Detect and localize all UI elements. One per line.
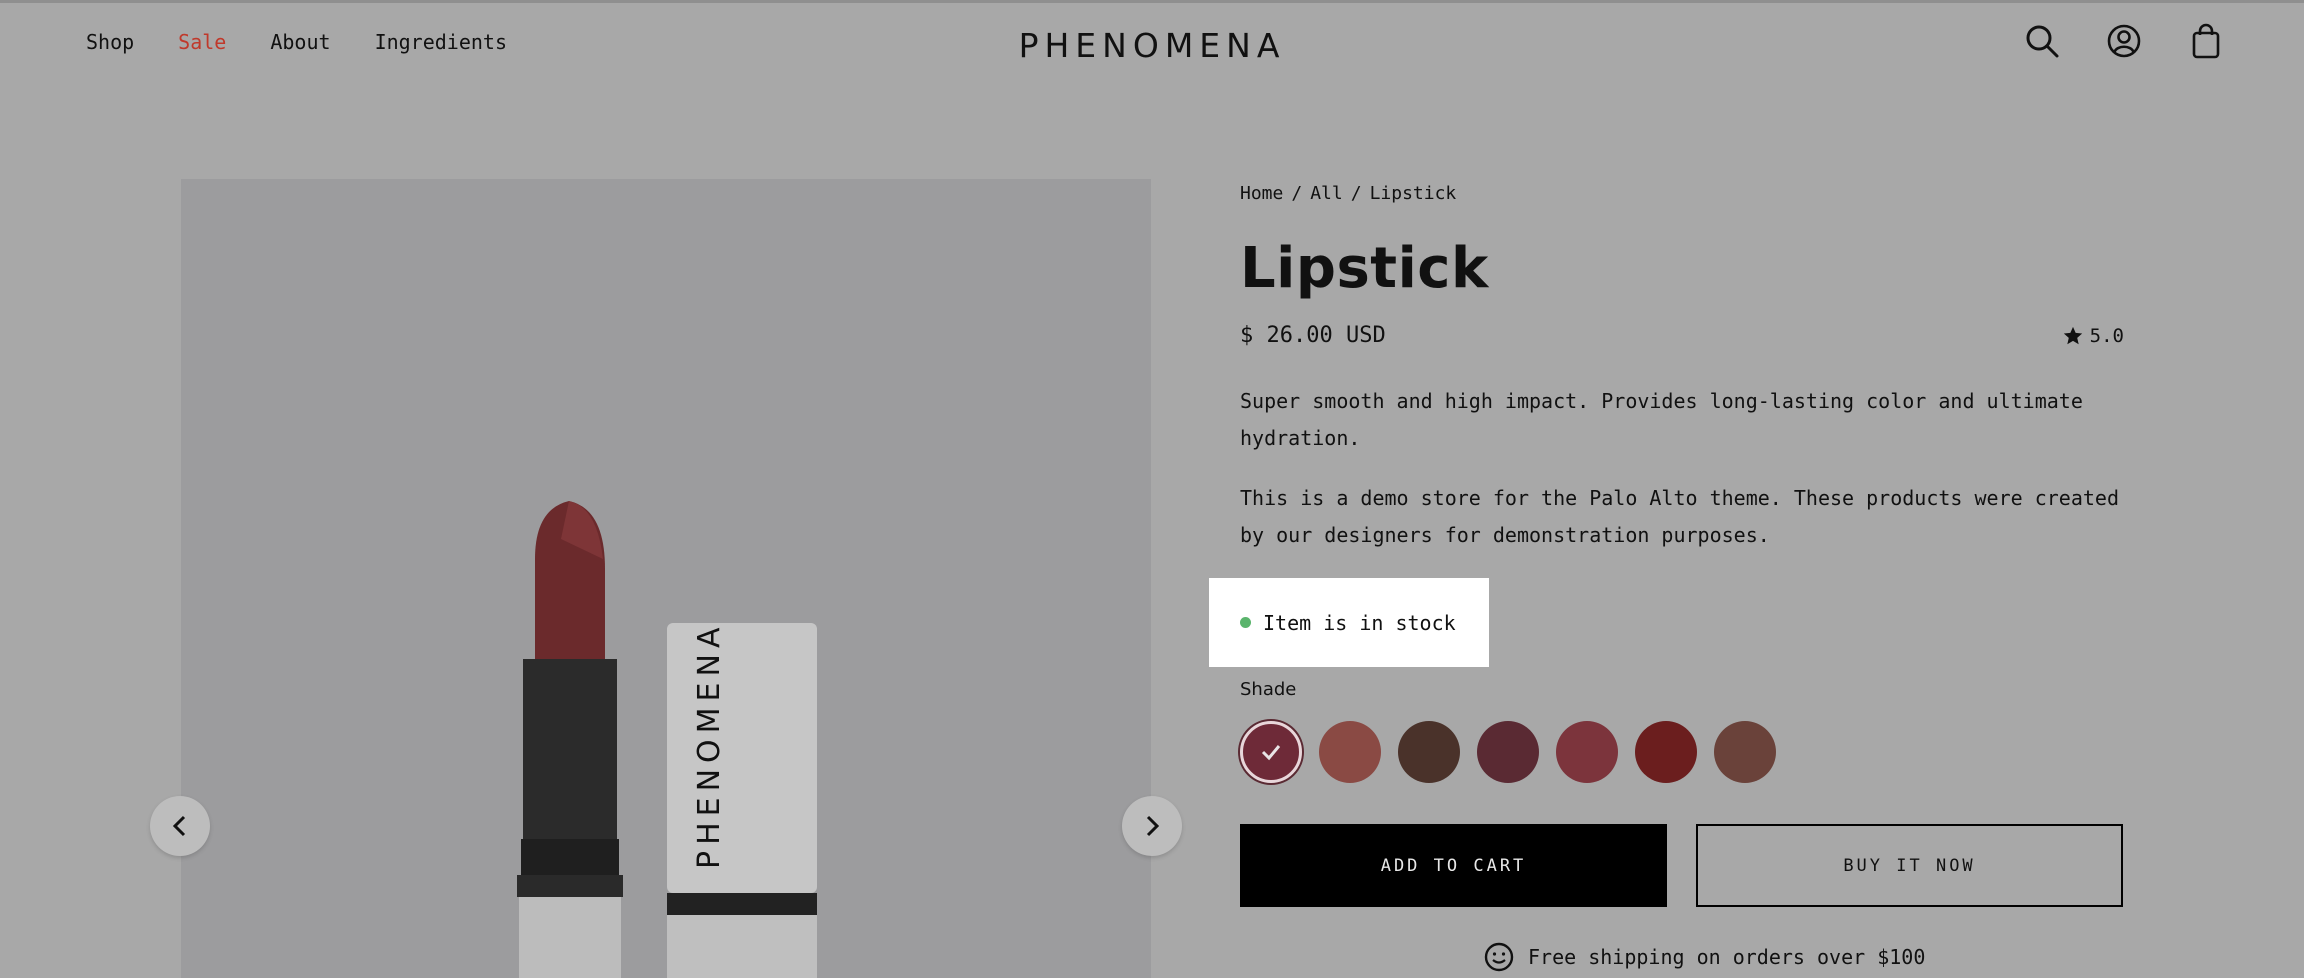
gallery-prev-button[interactable] — [150, 796, 210, 856]
shade-swatch[interactable] — [1714, 721, 1776, 783]
shade-label: Shade — [1240, 679, 1297, 700]
description-paragraph: Super smooth and high impact. Provides l… — [1240, 389, 2083, 450]
product-gallery: PHENOMENA — [181, 179, 1151, 978]
shipping-note: Free shipping on orders over $100 — [1484, 942, 1925, 972]
shade-swatch[interactable] — [1635, 721, 1697, 783]
shade-swatch[interactable] — [1398, 721, 1460, 783]
bag-icon[interactable] — [2188, 22, 2224, 60]
breadcrumb-current: Lipstick — [1369, 183, 1457, 204]
smile-icon — [1484, 942, 1514, 972]
product-info: Home / All / Lipstick Lipstick $ 26.00 USD 5… — [1240, 179, 2124, 577]
rating[interactable]: 5.0 — [2062, 325, 2124, 347]
price-row: $ 26.00 USD 5.0 — [1240, 323, 2124, 348]
product-price: $ 26.00 USD — [1240, 323, 1386, 348]
breadcrumb: Home / All / Lipstick — [1240, 183, 2124, 204]
shade-swatch[interactable] — [1319, 721, 1381, 783]
rating-value: 5.0 — [2089, 324, 2124, 347]
add-to-cart-button[interactable]: ADD TO CART — [1240, 824, 1667, 907]
shipping-text: Free shipping on orders over $100 — [1528, 945, 1926, 969]
product-image-label: PHENOMENA — [692, 622, 727, 869]
buy-now-button[interactable]: BUY IT NOW — [1696, 824, 2123, 907]
gallery-next-button[interactable] — [1122, 796, 1182, 856]
header-actions — [2024, 22, 2224, 60]
top-border — [0, 0, 2304, 3]
shade-swatches — [1240, 721, 1776, 783]
product-description: Super smooth and high impact. Provides l… — [1240, 383, 2124, 554]
product-title: Lipstick — [1240, 236, 1489, 301]
chevron-left-icon — [172, 815, 186, 837]
star-icon — [2063, 326, 2082, 344]
shade-swatch[interactable] — [1556, 721, 1618, 783]
stock-dot-icon — [1240, 617, 1251, 628]
product-image: PHENOMENA — [517, 501, 817, 978]
account-icon[interactable] — [2106, 22, 2142, 60]
stock-text: Item is in stock — [1263, 610, 1456, 635]
shade-swatch[interactable] — [1240, 721, 1302, 783]
stock-status: Item is in stock — [1209, 578, 1489, 667]
search-icon[interactable] — [2024, 22, 2060, 60]
shade-swatch[interactable] — [1477, 721, 1539, 783]
breadcrumb-home[interactable]: Home — [1240, 183, 1283, 204]
description-paragraph: This is a demo store for the Palo Alto t… — [1240, 486, 2119, 547]
breadcrumb-all[interactable]: All — [1310, 183, 1343, 204]
check-icon — [1261, 745, 1281, 761]
chevron-right-icon — [1146, 815, 1160, 837]
brand-logo[interactable]: PHENOMENA — [0, 26, 2304, 65]
breadcrumb-separator: / — [1350, 183, 1362, 204]
breadcrumb-separator: / — [1291, 183, 1303, 204]
